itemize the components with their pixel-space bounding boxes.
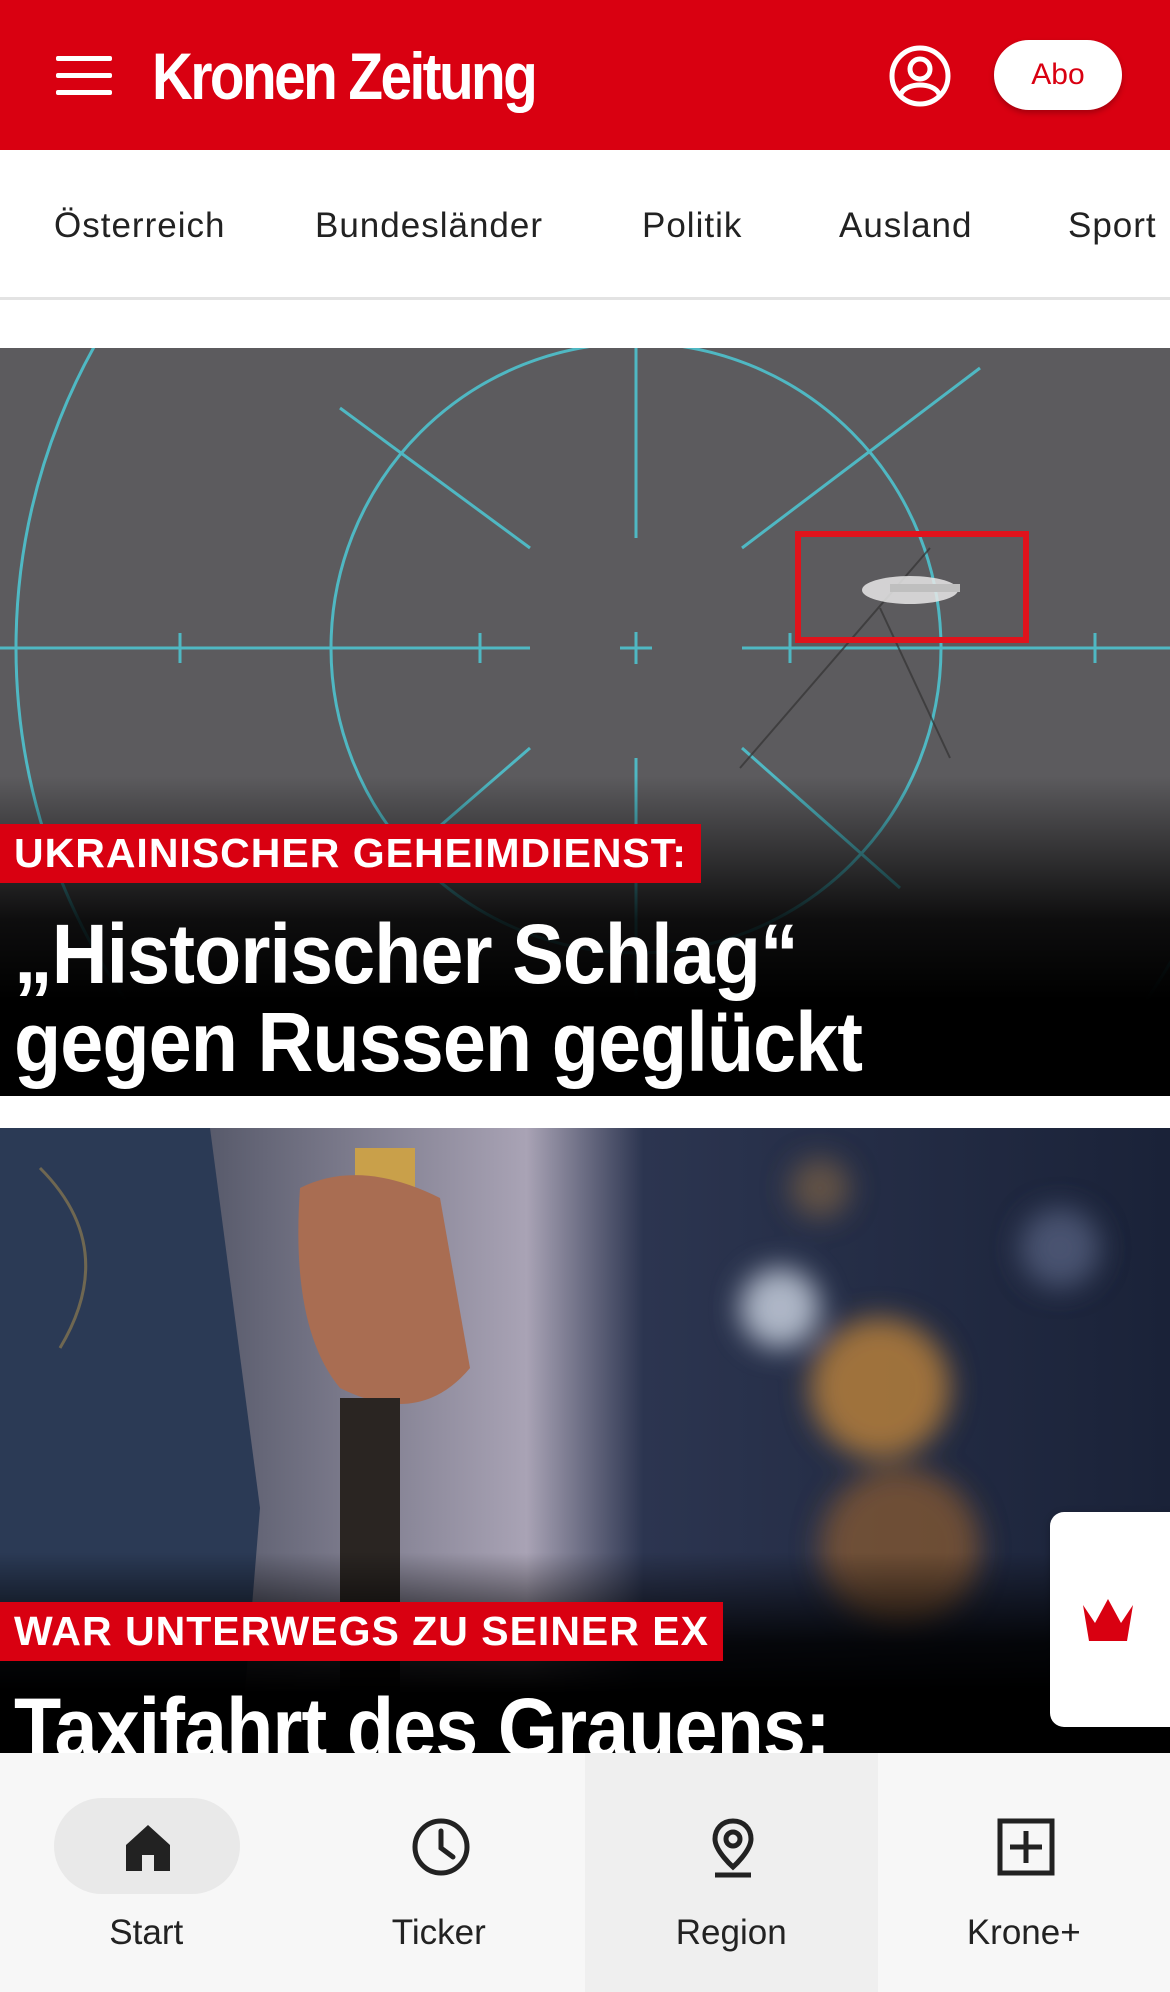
article-kicker: UKRAINISCHER GEHEIMDIENST: (0, 824, 701, 883)
article-kicker: WAR UNTERWEGS ZU SEINER EX (0, 1602, 723, 1661)
home-icon (126, 1825, 170, 1871)
logo[interactable]: Kronen Zeitung (152, 38, 538, 114)
abo-button[interactable]: Abo (994, 40, 1122, 110)
article-headline: „Historischer Schlag“ gegen Russen geglü… (14, 907, 863, 1089)
category-nav: Österreich Bundesländer Politik Ausland … (0, 150, 1170, 300)
tab-region[interactable]: Region (585, 1753, 878, 1992)
nav-item-oesterreich[interactable]: Österreich (54, 206, 225, 246)
nav-item-politik[interactable]: Politik (642, 206, 742, 246)
tab-start[interactable]: Start (0, 1753, 293, 1992)
tab-label: Krone+ (966, 1913, 1081, 1952)
krone-widget[interactable] (1050, 1512, 1170, 1727)
plus-box-icon (997, 1818, 1054, 1876)
headline-line: „Historischer Schlag“ (14, 907, 799, 1001)
article-teaser[interactable]: UKRAINISCHER GEHEIMDIENST: „Historischer… (0, 348, 1170, 1096)
nav-item-sport[interactable]: Sport (1068, 206, 1157, 246)
tab-label: Start (109, 1913, 184, 1952)
bottom-navigation: Start Ticker Region Krone+ (0, 1753, 1170, 1992)
article-teaser[interactable]: WAR UNTERWEGS ZU SEINER EX Taxifahrt des… (0, 1128, 1170, 1753)
headline-line: Taxifahrt des Grauens: (14, 1681, 831, 1753)
menu-icon[interactable] (56, 56, 112, 96)
article-headline: Taxifahrt des Grauens: (14, 1681, 831, 1753)
headline-line: gegen Russen geglückt (14, 995, 863, 1089)
nav-item-ausland[interactable]: Ausland (839, 206, 972, 246)
location-pin-icon (712, 1818, 754, 1878)
clock-icon (412, 1818, 469, 1876)
account-icon[interactable] (888, 44, 952, 108)
krone-crown-icon (1083, 1598, 1133, 1641)
nav-item-bundeslaender[interactable]: Bundesländer (315, 206, 543, 246)
tab-ticker[interactable]: Ticker (293, 1753, 586, 1992)
app-header: Kronen Zeitung Abo (0, 0, 1170, 150)
tab-krone-plus[interactable]: Krone+ (878, 1753, 1170, 1992)
tab-label: Region (675, 1913, 787, 1952)
tab-label: Ticker (391, 1913, 486, 1952)
